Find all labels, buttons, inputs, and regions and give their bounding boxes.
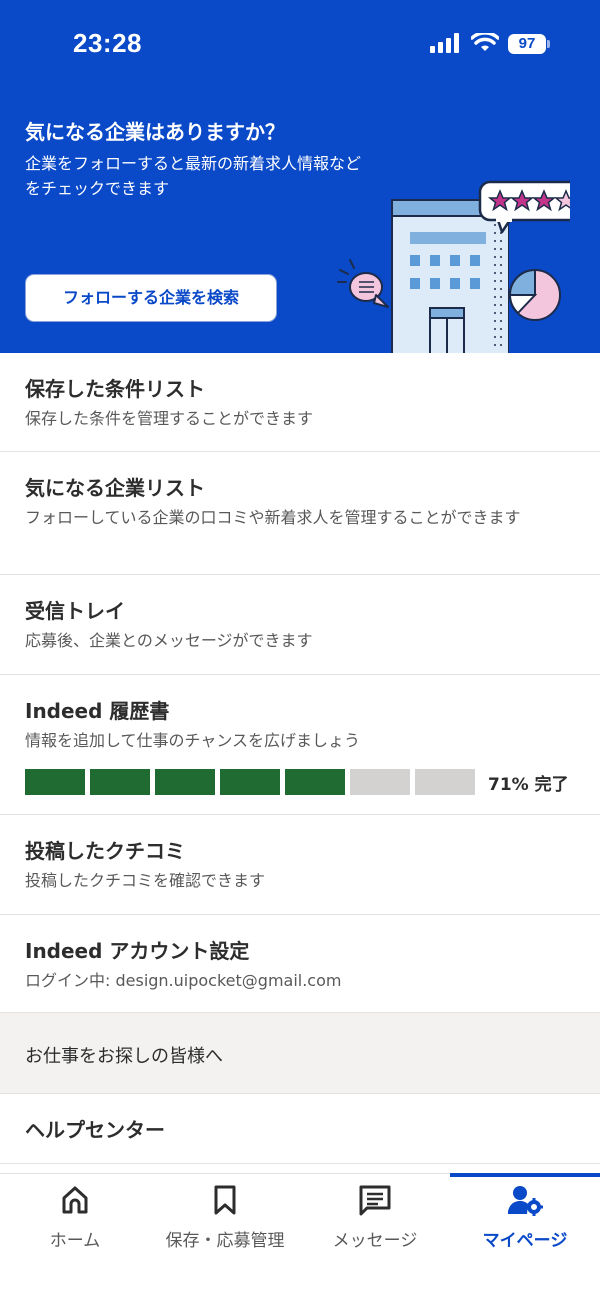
progress-segment-filled bbox=[155, 769, 215, 795]
progress-segment-filled bbox=[285, 769, 345, 795]
section-header: お仕事をお探しの皆様へ bbox=[0, 1013, 600, 1094]
item-subtitle: 保存した条件を管理することができます bbox=[25, 409, 314, 428]
followed-companies-item[interactable]: 気になる企業リスト フォローしている企業の口コミや新着求人を管理することができま… bbox=[0, 452, 600, 575]
resume-progress-label: 71% 完了 bbox=[488, 775, 569, 795]
banner-title: 気になる企業はありますか？ bbox=[25, 120, 285, 144]
item-title: 受信トレイ bbox=[25, 599, 125, 623]
profile-settings-icon bbox=[450, 1184, 600, 1218]
item-subtitle: 情報を追加して仕事のチャンスを広げましょう bbox=[25, 731, 361, 750]
item-subtitle: 投稿したクチコミを確認できます bbox=[25, 871, 266, 890]
battery-tip bbox=[547, 40, 550, 48]
tab-label: メッセージ bbox=[332, 1231, 418, 1251]
wifi-icon bbox=[471, 33, 499, 51]
message-icon bbox=[300, 1184, 450, 1218]
help-center-item[interactable]: ヘルプセンター bbox=[0, 1094, 600, 1164]
inbox-item[interactable]: 受信トレイ 応募後、企業とのメッセージができます bbox=[0, 575, 600, 675]
item-title: Indeed アカウント設定 bbox=[25, 939, 250, 963]
item-subtitle: ログイン中: design.uipocket@gmail.com bbox=[25, 971, 342, 990]
item-title: 投稿したクチコミ bbox=[25, 839, 185, 863]
reviews-item[interactable]: 投稿したクチコミ 投稿したクチコミを確認できます bbox=[0, 815, 600, 915]
tab-label: マイページ bbox=[482, 1231, 568, 1251]
item-title: 保存した条件リスト bbox=[25, 377, 205, 401]
signal-icon bbox=[430, 33, 459, 53]
progress-segment-filled bbox=[90, 769, 150, 795]
tab-saved-applied[interactable]: 保存・応募管理 bbox=[150, 1174, 300, 1302]
item-title: 気になる企業リスト bbox=[25, 476, 205, 500]
tab-home[interactable]: ホーム bbox=[0, 1174, 150, 1302]
progress-segment-empty bbox=[350, 769, 410, 795]
search-companies-button[interactable]: フォローする企業を検索 bbox=[25, 274, 277, 322]
item-subtitle: フォローしている企業の口コミや新着求人を管理することができます bbox=[25, 508, 521, 527]
item-subtitle: 応募後、企業とのメッセージができます bbox=[25, 631, 313, 650]
tab-messages[interactable]: メッセージ bbox=[300, 1174, 450, 1302]
progress-segment-empty bbox=[415, 769, 475, 795]
tab-label: 保存・応募管理 bbox=[165, 1231, 285, 1251]
home-icon bbox=[0, 1184, 150, 1218]
resume-item[interactable]: Indeed 履歴書 情報を追加して仕事のチャンスを広げましょう 71% 完了 bbox=[0, 675, 600, 815]
bottom-tab-bar: ホーム 保存・応募管理 メッセージ マイページ bbox=[0, 1173, 600, 1302]
section-header-label: お仕事をお探しの皆様へ bbox=[25, 1046, 223, 1067]
tab-label: ホーム bbox=[49, 1231, 101, 1251]
bookmark-icon bbox=[150, 1184, 300, 1218]
account-settings-item[interactable]: Indeed アカウント設定 ログイン中: design.uipocket@gm… bbox=[0, 915, 600, 1013]
status-time: 23:28 bbox=[73, 28, 142, 58]
progress-segment-filled bbox=[220, 769, 280, 795]
follow-companies-banner: 気になる企業はありますか？ 企業をフォローすると最新の新着求人情報などをチェック… bbox=[0, 92, 600, 353]
active-tab-indicator bbox=[450, 1173, 600, 1177]
battery-indicator: 97 bbox=[508, 34, 546, 54]
status-bar: 23:28 97 bbox=[0, 0, 600, 92]
item-title: ヘルプセンター bbox=[25, 1118, 165, 1142]
progress-segment-filled bbox=[25, 769, 85, 795]
item-title: Indeed 履歴書 bbox=[25, 699, 170, 723]
company-building-illustration bbox=[337, 180, 570, 353]
banner-description: 企業をフォローすると最新の新着求人情報などをチェックできます bbox=[25, 154, 362, 198]
tab-my-page[interactable]: マイページ bbox=[450, 1173, 600, 1302]
saved-searches-item[interactable]: 保存した条件リスト 保存した条件を管理することができます bbox=[0, 353, 600, 452]
